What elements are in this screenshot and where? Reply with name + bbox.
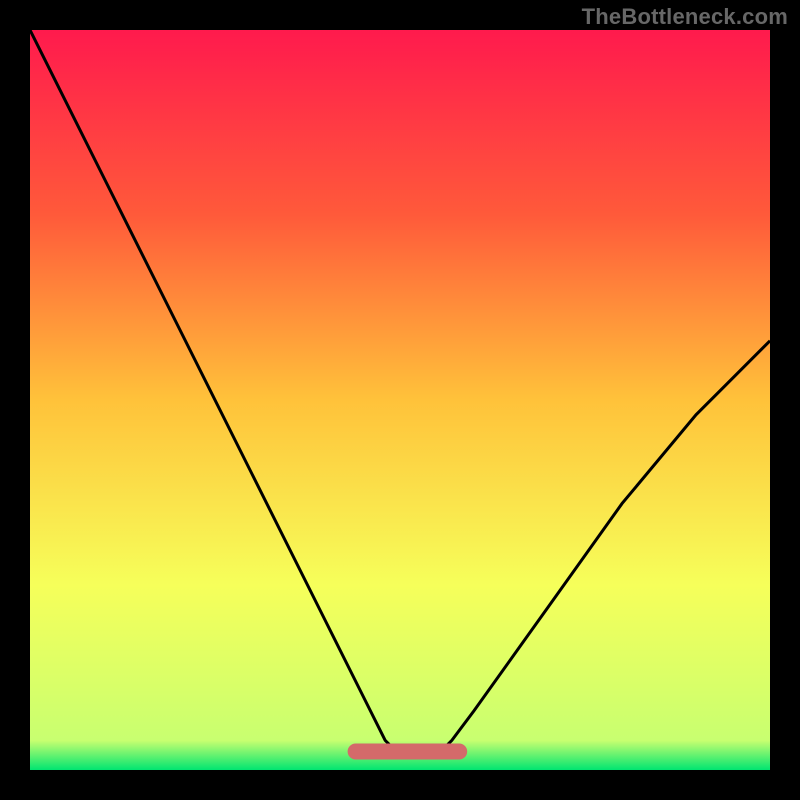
watermark-text: TheBottleneck.com: [582, 4, 788, 30]
chart-frame: TheBottleneck.com: [0, 0, 800, 800]
gradient-bg: [30, 30, 770, 770]
bottleneck-chart: [30, 30, 770, 770]
